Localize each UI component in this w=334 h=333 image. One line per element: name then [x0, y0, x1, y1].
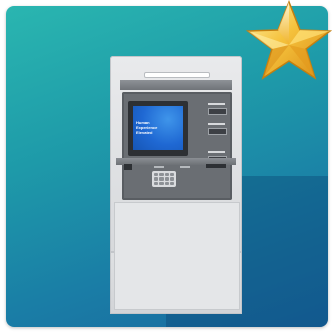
panel-label — [208, 151, 225, 153]
atm-screen-text: Human Experience Elevated — [136, 120, 182, 135]
atm-header-strip — [120, 80, 232, 90]
cash-dispenser-slot — [206, 164, 226, 168]
atm-screen: Human Experience Elevated — [133, 106, 183, 150]
atm-light-bar — [144, 72, 210, 78]
deposit-slot — [208, 128, 227, 135]
card-reader-slot — [208, 108, 227, 115]
panel-label — [208, 123, 225, 125]
panel-label — [208, 103, 225, 105]
left-slot — [124, 164, 132, 170]
atm-right-panel — [205, 101, 227, 181]
atm-icon: Human Experience Elevated — [110, 56, 242, 314]
ledge-label — [154, 166, 164, 168]
ledge-label — [180, 166, 190, 168]
atm-keypad — [152, 171, 176, 187]
star-icon — [244, 0, 334, 86]
atm-lower-panel — [114, 202, 240, 310]
screen-line-3: Elevated — [136, 130, 153, 135]
